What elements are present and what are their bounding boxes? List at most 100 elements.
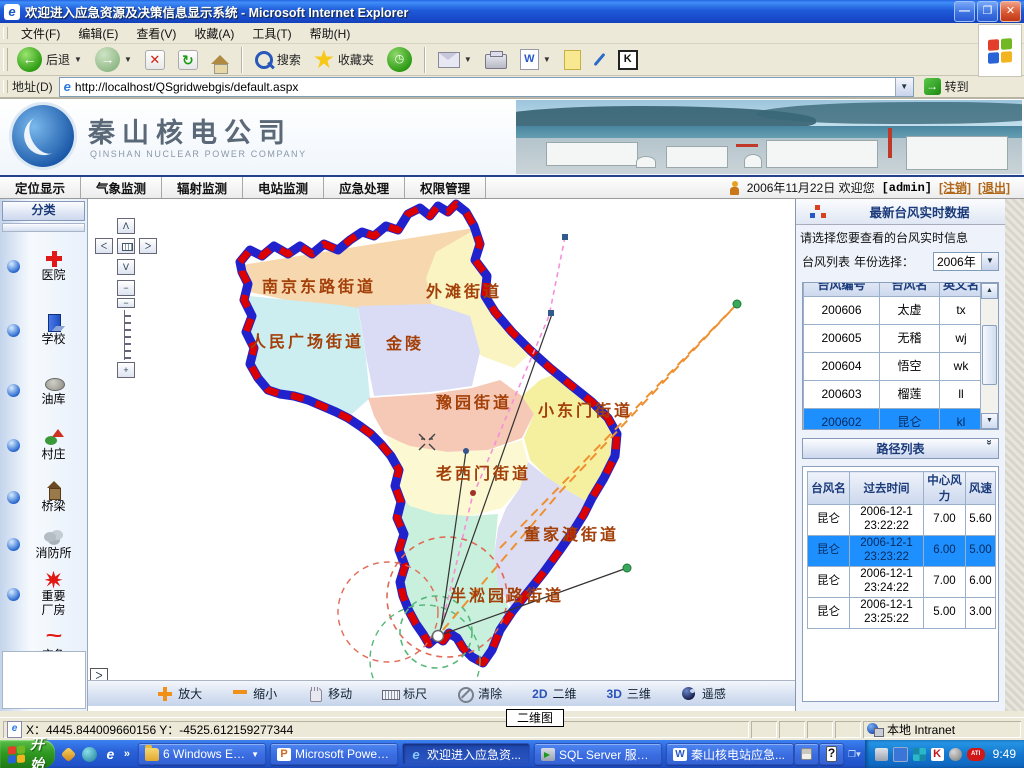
pan-up-button[interactable]: ᐱ <box>117 218 135 234</box>
table-row[interactable]: 200602昆仑kl <box>804 409 981 430</box>
nav-tab[interactable]: 辐射监测 <box>162 177 243 198</box>
table-row[interactable]: 200604悟空wk <box>804 353 981 381</box>
k-tool-button[interactable]: K <box>613 47 643 73</box>
map-tool-ruler[interactable]: 标尺 <box>382 685 427 702</box>
sidebar-item[interactable]: 村庄 <box>0 418 87 472</box>
taskbar-task[interactable]: Microsoft PowerP... <box>270 743 398 765</box>
sidebar-item[interactable]: 重要 厂房 <box>0 566 87 622</box>
tray-sql-icon[interactable] <box>875 748 888 761</box>
center-button[interactable] <box>117 238 135 254</box>
menu-item[interactable]: 查看(V) <box>127 23 185 44</box>
nav-tab[interactable]: 定位显示 <box>0 177 81 198</box>
pan-right-button[interactable]: ᐳ <box>139 238 157 254</box>
path-list-bar[interactable]: 路径列表 » <box>802 438 999 459</box>
pan-down-button[interactable]: ᐯ <box>117 259 135 275</box>
start-button[interactable]: 开始 <box>0 740 55 768</box>
map-tool-zoom-in[interactable]: 放大 <box>157 685 202 702</box>
restore-button[interactable]: ❐ <box>977 1 998 22</box>
menu-item[interactable]: 编辑(E) <box>69 23 127 44</box>
zoom-in-step-button[interactable]: + <box>117 362 135 378</box>
menu-item[interactable]: 收藏(A) <box>185 23 243 44</box>
print-button[interactable] <box>480 47 512 72</box>
map-tool-remote[interactable]: 遥感 <box>681 685 726 702</box>
chevron-down-icon[interactable]: ▼ <box>981 253 998 270</box>
table-row[interactable]: 昆仑2006-12-1 23:22:227.005.60 <box>808 505 996 536</box>
address-input[interactable]: e http://localhost/QSgridwebgis/default.… <box>59 77 914 97</box>
pan-left-button[interactable]: ᐸ <box>95 238 113 254</box>
mail-button[interactable]: ▼ <box>433 49 477 71</box>
notes-button[interactable] <box>559 47 586 73</box>
toolbar-grip[interactable] <box>3 48 8 71</box>
double-chevron-icon[interactable]: » <box>984 440 995 458</box>
tray-ati-icon[interactable]: ATI <box>967 748 985 761</box>
address-dropdown-button[interactable]: ▼ <box>895 78 913 96</box>
logout-link[interactable]: [注销] <box>939 179 971 196</box>
taskbar-task[interactable]: 欢迎进入应急资... <box>402 743 530 765</box>
help-toolbar-button[interactable]: ? <box>819 743 844 765</box>
zoom-slider-track[interactable] <box>124 310 131 360</box>
ie-quick-launch-icon[interactable]: e <box>103 747 118 762</box>
search-button[interactable]: 搜索 <box>250 48 306 72</box>
path-table[interactable]: 台风名过去时间中心风力风速昆仑2006-12-1 23:22:227.005.6… <box>807 471 996 629</box>
quick-launch-overflow[interactable]: » <box>124 748 130 760</box>
sidebar-item[interactable]: 油库 <box>0 362 87 418</box>
exit-link[interactable]: [退出] <box>978 179 1010 196</box>
table-row[interactable]: 200605无稽wj <box>804 325 981 353</box>
nav-tab[interactable]: 电站监测 <box>243 177 324 198</box>
toolbar-grip[interactable] <box>3 27 8 39</box>
desktop-toggle-icon[interactable]: ❐▾ <box>848 749 861 760</box>
favorites-button[interactable]: 收藏夹 <box>309 47 379 73</box>
table-row[interactable]: 昆仑2006-12-1 23:25:225.003.00 <box>808 598 996 629</box>
menu-item[interactable]: 工具(T) <box>243 23 300 44</box>
title-bar[interactable]: e 欢迎进入应急资源及决策信息显示系统 - Microsoft Internet… <box>0 0 1024 23</box>
minimize-button[interactable]: — <box>954 1 975 22</box>
map-canvas[interactable]: 南京东路街道 外滩街道 人民广场街道 金陵 豫园街道 小东门街道 老西门街道 董… <box>88 199 795 686</box>
table-row[interactable]: 200603榴莲ll <box>804 381 981 409</box>
nav-tab[interactable]: 权限管理 <box>405 177 486 198</box>
sidebar-item[interactable]: 消防所 <box>0 522 87 566</box>
year-select[interactable]: 2006年 ▼ <box>933 252 999 271</box>
taskbar-task[interactable]: 6 Windows Expl...▼ <box>138 743 266 765</box>
tray-network-icon[interactable] <box>893 747 908 762</box>
messenger-button[interactable] <box>589 49 610 70</box>
sidebar-item[interactable]: 学校 <box>0 298 87 362</box>
tray-antivirus-icon[interactable]: K <box>931 748 944 761</box>
close-button[interactable]: ✕ <box>1000 1 1021 22</box>
sidebar-item[interactable]: 医院 <box>0 234 87 298</box>
scroll-down-button[interactable]: ▼ <box>981 413 998 429</box>
quick-launch-icon[interactable] <box>82 747 97 762</box>
scroll-thumb[interactable] <box>982 325 997 385</box>
toolbar-grip[interactable] <box>3 80 8 93</box>
taskbar-task[interactable]: SQL Server 服务... <box>534 743 662 765</box>
zoom-slider-handle[interactable]: − <box>117 298 135 308</box>
table-row[interactable]: 200606太虚tx <box>804 297 981 325</box>
tray-grid-icon[interactable] <box>913 748 926 761</box>
map-tool-2d[interactable]: 2D二维 <box>532 685 576 702</box>
forward-button[interactable]: → ▼ <box>90 44 137 75</box>
stop-button[interactable]: ✕ <box>140 47 170 73</box>
go-button[interactable]: → 转到 <box>924 78 969 95</box>
nav-tab[interactable]: 气象监测 <box>81 177 162 198</box>
keyboard-toolbar-button[interactable] <box>794 743 819 765</box>
quick-launch-icon[interactable] <box>61 746 77 762</box>
typhoon-table[interactable]: 台风编号台风名英文名200606太虚tx200605无稽wj200604悟空wk… <box>803 283 980 429</box>
home-button[interactable] <box>206 52 234 67</box>
history-button[interactable]: ◷ <box>382 44 417 75</box>
scroll-up-button[interactable]: ▲ <box>981 283 998 299</box>
map-tool-pan[interactable]: 移动 <box>307 685 352 702</box>
map-tool-zoom-out[interactable]: 缩小 <box>232 685 277 702</box>
map-tool-clear[interactable]: 清除 <box>457 685 502 702</box>
map-tool-3d[interactable]: 3D三维 <box>607 685 651 702</box>
sidebar-item[interactable]: 桥梁 <box>0 472 87 522</box>
back-button[interactable]: ← 后退 ▼ <box>12 44 87 75</box>
menu-item[interactable]: 帮助(H) <box>301 23 360 44</box>
refresh-button[interactable]: ↻ <box>173 47 203 73</box>
table-row[interactable]: 昆仑2006-12-1 23:24:227.006.00 <box>808 567 996 598</box>
menu-item[interactable]: 文件(F) <box>12 23 69 44</box>
edit-button[interactable]: W▼ <box>515 46 556 73</box>
zoom-out-step-button[interactable]: − <box>117 280 135 296</box>
tray-round-icon[interactable] <box>949 748 962 761</box>
taskbar-task[interactable]: 秦山核电站应急... <box>666 743 794 765</box>
scrollbar[interactable]: ▲ ▼ <box>980 283 998 429</box>
table-row[interactable]: 昆仑2006-12-1 23:23:226.005.00 <box>808 536 996 567</box>
